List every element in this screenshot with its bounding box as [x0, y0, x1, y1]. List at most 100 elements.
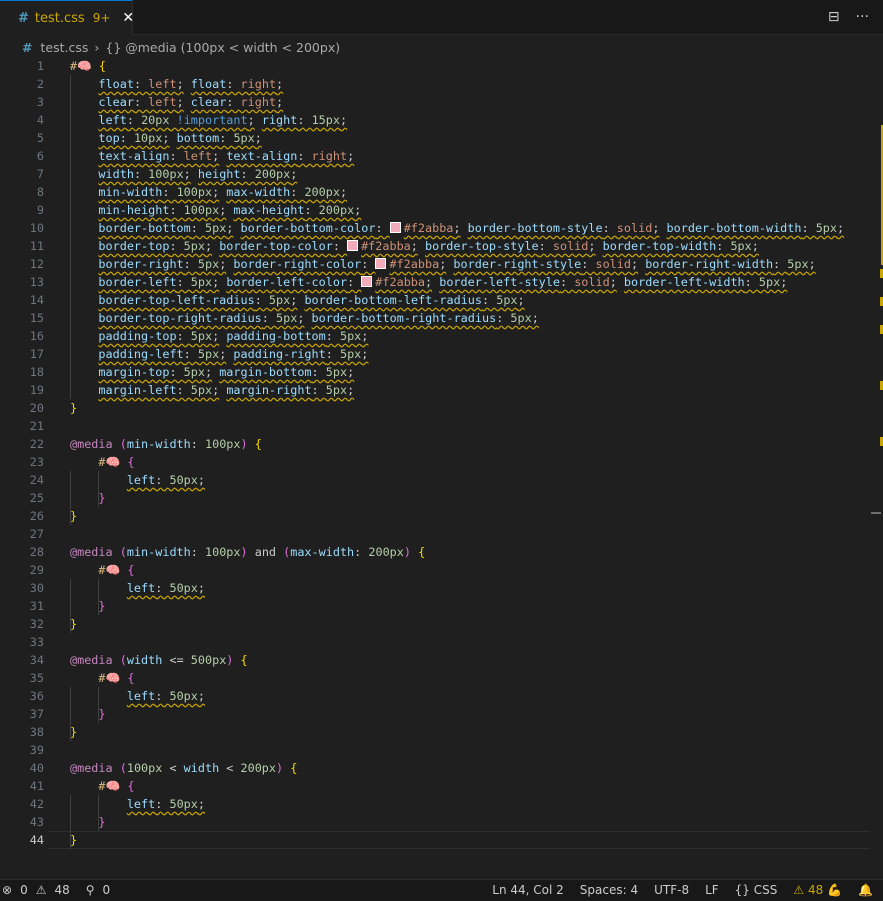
code-line[interactable]: 23 #🧠 { — [0, 453, 870, 471]
code-text[interactable]: border-top-left-radius: 5px; border-bott… — [70, 291, 524, 309]
code-text[interactable]: margin-left: 5px; margin-right: 5px; — [70, 381, 354, 399]
code-text[interactable]: } — [70, 615, 77, 633]
code-line[interactable]: 43 } — [0, 813, 870, 831]
code-line[interactable]: 3 clear: left; clear: right; — [0, 93, 870, 111]
code-line[interactable]: 24 left: 50px; — [0, 471, 870, 489]
error-count[interactable]: 0 — [20, 883, 28, 897]
code-text[interactable]: border-top: 5px; border-top-color: #f2ab… — [70, 237, 758, 255]
code-line[interactable]: 32} — [0, 615, 870, 633]
code-line[interactable]: 12 border-right: 5px; border-right-color… — [0, 255, 870, 273]
code-line[interactable]: 22 @media (min-width: 100px) { — [0, 435, 870, 453]
code-line[interactable]: 15 border-top-right-radius: 5px; border-… — [0, 309, 870, 327]
code-line[interactable]: 31 } — [0, 597, 870, 615]
code-line[interactable]: 19 margin-left: 5px; margin-right: 5px; — [0, 381, 870, 399]
code-text[interactable]: @media (min-width: 100px) { — [70, 435, 262, 453]
line-ending[interactable]: LF — [705, 883, 719, 897]
breadcrumb-symbol[interactable]: {} @media (100px < width < 200px) — [105, 40, 340, 55]
code-line[interactable]: 9 min-height: 100px; max-height: 200px; — [0, 201, 870, 219]
encoding[interactable]: UTF-8 — [654, 883, 689, 897]
code-line[interactable]: 34 @media (width <= 500px) { — [0, 651, 870, 669]
code-line[interactable]: 40 @media (100px < width < 200px) { — [0, 759, 870, 777]
code-line[interactable]: 42 left: 50px; — [0, 795, 870, 813]
code-line[interactable]: 25 } — [0, 489, 870, 507]
code-text[interactable]: min-height: 100px; max-height: 200px; — [70, 201, 361, 219]
code-line[interactable]: 20} — [0, 399, 870, 417]
code-text[interactable]: } — [70, 399, 77, 417]
code-text[interactable]: clear: left; clear: right; — [70, 93, 283, 111]
code-line[interactable]: 4 left: 20px !important; right: 15px; — [0, 111, 870, 129]
code-line[interactable]: 17 padding-left: 5px; padding-right: 5px… — [0, 345, 870, 363]
code-text[interactable]: left: 50px; — [70, 471, 205, 489]
code-line[interactable]: 18 margin-top: 5px; margin-bottom: 5px; — [0, 363, 870, 381]
breadcrumb-file[interactable]: test.css — [40, 40, 88, 55]
language-mode[interactable]: {} CSS — [735, 883, 778, 897]
warning-icon[interactable]: ⚠ — [36, 883, 47, 897]
code-text[interactable]: border-top-right-radius: 5px; border-bot… — [70, 309, 538, 327]
code-line[interactable]: 21 — [0, 417, 870, 435]
code-line[interactable]: 11 border-top: 5px; border-top-color: #f… — [0, 237, 870, 255]
code-line[interactable]: 35 #🧠 { — [0, 669, 870, 687]
code-text[interactable]: @media (min-width: 100px) and (max-width… — [70, 543, 425, 561]
code-line[interactable]: 29 #🧠 { — [0, 561, 870, 579]
code-text[interactable]: border-bottom: 5px; border-bottom-color:… — [70, 219, 844, 237]
indentation[interactable]: Spaces: 4 — [580, 883, 638, 897]
code-text[interactable]: #🧠 { — [70, 777, 134, 795]
cursor-position[interactable]: Ln 44, Col 2 — [492, 883, 564, 897]
code-text[interactable]: } — [70, 831, 77, 849]
code-line[interactable]: 14 border-top-left-radius: 5px; border-b… — [0, 291, 870, 309]
code-text[interactable]: text-align: left; text-align: right; — [70, 147, 354, 165]
code-line[interactable]: 30 left: 50px; — [0, 579, 870, 597]
code-line[interactable]: 1 #🧠 { — [0, 57, 870, 75]
code-text[interactable]: #🧠 { — [70, 561, 134, 579]
code-line[interactable]: 5 top: 10px; bottom: 5px; — [0, 129, 870, 147]
code-line[interactable]: 37 } — [0, 705, 870, 723]
code-line[interactable]: 38} — [0, 723, 870, 741]
code-line[interactable]: 13 border-left: 5px; border-left-color: … — [0, 273, 870, 291]
code-text[interactable]: float: left; float: right; — [70, 75, 283, 93]
code-text[interactable]: #🧠 { — [70, 453, 134, 471]
errors-icon[interactable]: ⊗ — [2, 883, 12, 897]
code-text[interactable]: } — [70, 813, 105, 831]
code-text[interactable]: } — [70, 705, 105, 723]
code-text[interactable]: } — [70, 489, 105, 507]
code-text[interactable]: @media (width <= 500px) { — [70, 651, 248, 669]
code-text[interactable]: } — [70, 507, 77, 525]
code-text[interactable]: @media (100px < width < 200px) { — [70, 759, 297, 777]
code-line[interactable]: 41 #🧠 { — [0, 777, 870, 795]
code-line[interactable]: 44} — [0, 831, 870, 849]
code-line[interactable]: 8 min-width: 100px; max-width: 200px; — [0, 183, 870, 201]
code-editor[interactable]: 1 #🧠 {2 float: left; float: right; 3 clear… — [0, 57, 883, 875]
code-text[interactable]: margin-top: 5px; margin-bottom: 5px; — [70, 363, 354, 381]
code-line[interactable]: 28 @media (min-width: 100px) and (max-wid… — [0, 543, 870, 561]
code-text[interactable]: left: 20px !important; right: 15px; — [70, 111, 347, 129]
code-text[interactable]: left: 50px; — [70, 687, 205, 705]
notifications-icon[interactable]: 🔔 — [858, 883, 873, 897]
code-line[interactable]: 10 border-bottom: 5px; border-bottom-col… — [0, 219, 870, 237]
more-actions-icon[interactable]: ··· — [856, 9, 869, 25]
code-text[interactable]: min-width: 100px; max-width: 200px; — [70, 183, 347, 201]
close-icon[interactable]: ✕ — [122, 10, 134, 26]
code-line[interactable]: 26} — [0, 507, 870, 525]
ports-count[interactable]: 0 — [103, 883, 111, 897]
code-line[interactable]: 33 — [0, 633, 870, 651]
code-line[interactable]: 2 float: left; float: right; — [0, 75, 870, 93]
code-text[interactable]: left: 50px; — [70, 579, 205, 597]
code-text[interactable]: left: 50px; — [70, 795, 205, 813]
ports-icon[interactable]: ⚲ — [86, 883, 95, 897]
code-text[interactable]: padding-left: 5px; padding-right: 5px; — [70, 345, 368, 363]
overview-ruler[interactable] — [869, 57, 883, 875]
warning-count[interactable]: 48 — [54, 883, 69, 897]
code-text[interactable]: #🧠 { — [70, 57, 106, 75]
code-line[interactable]: 7 width: 100px; height: 200px; — [0, 165, 870, 183]
code-text[interactable]: width: 100px; height: 200px; — [70, 165, 297, 183]
code-line[interactable]: 6 text-align: left; text-align: right; — [0, 147, 870, 165]
lint-status[interactable]: ⚠ 48 💪 — [793, 883, 842, 897]
code-line[interactable]: 39 — [0, 741, 870, 759]
tab-test-css[interactable]: # test.css 9+ ✕ — [0, 0, 134, 35]
code-text[interactable]: padding-top: 5px; padding-bottom: 5px; — [70, 327, 368, 345]
code-text[interactable]: #🧠 { — [70, 669, 134, 687]
code-text[interactable]: border-left: 5px; border-left-color: #f2… — [70, 273, 787, 291]
code-text[interactable]: border-right: 5px; border-right-color: #… — [70, 255, 815, 273]
split-editor-icon[interactable]: ⊟ — [828, 9, 840, 25]
code-line[interactable]: 36 left: 50px; — [0, 687, 870, 705]
